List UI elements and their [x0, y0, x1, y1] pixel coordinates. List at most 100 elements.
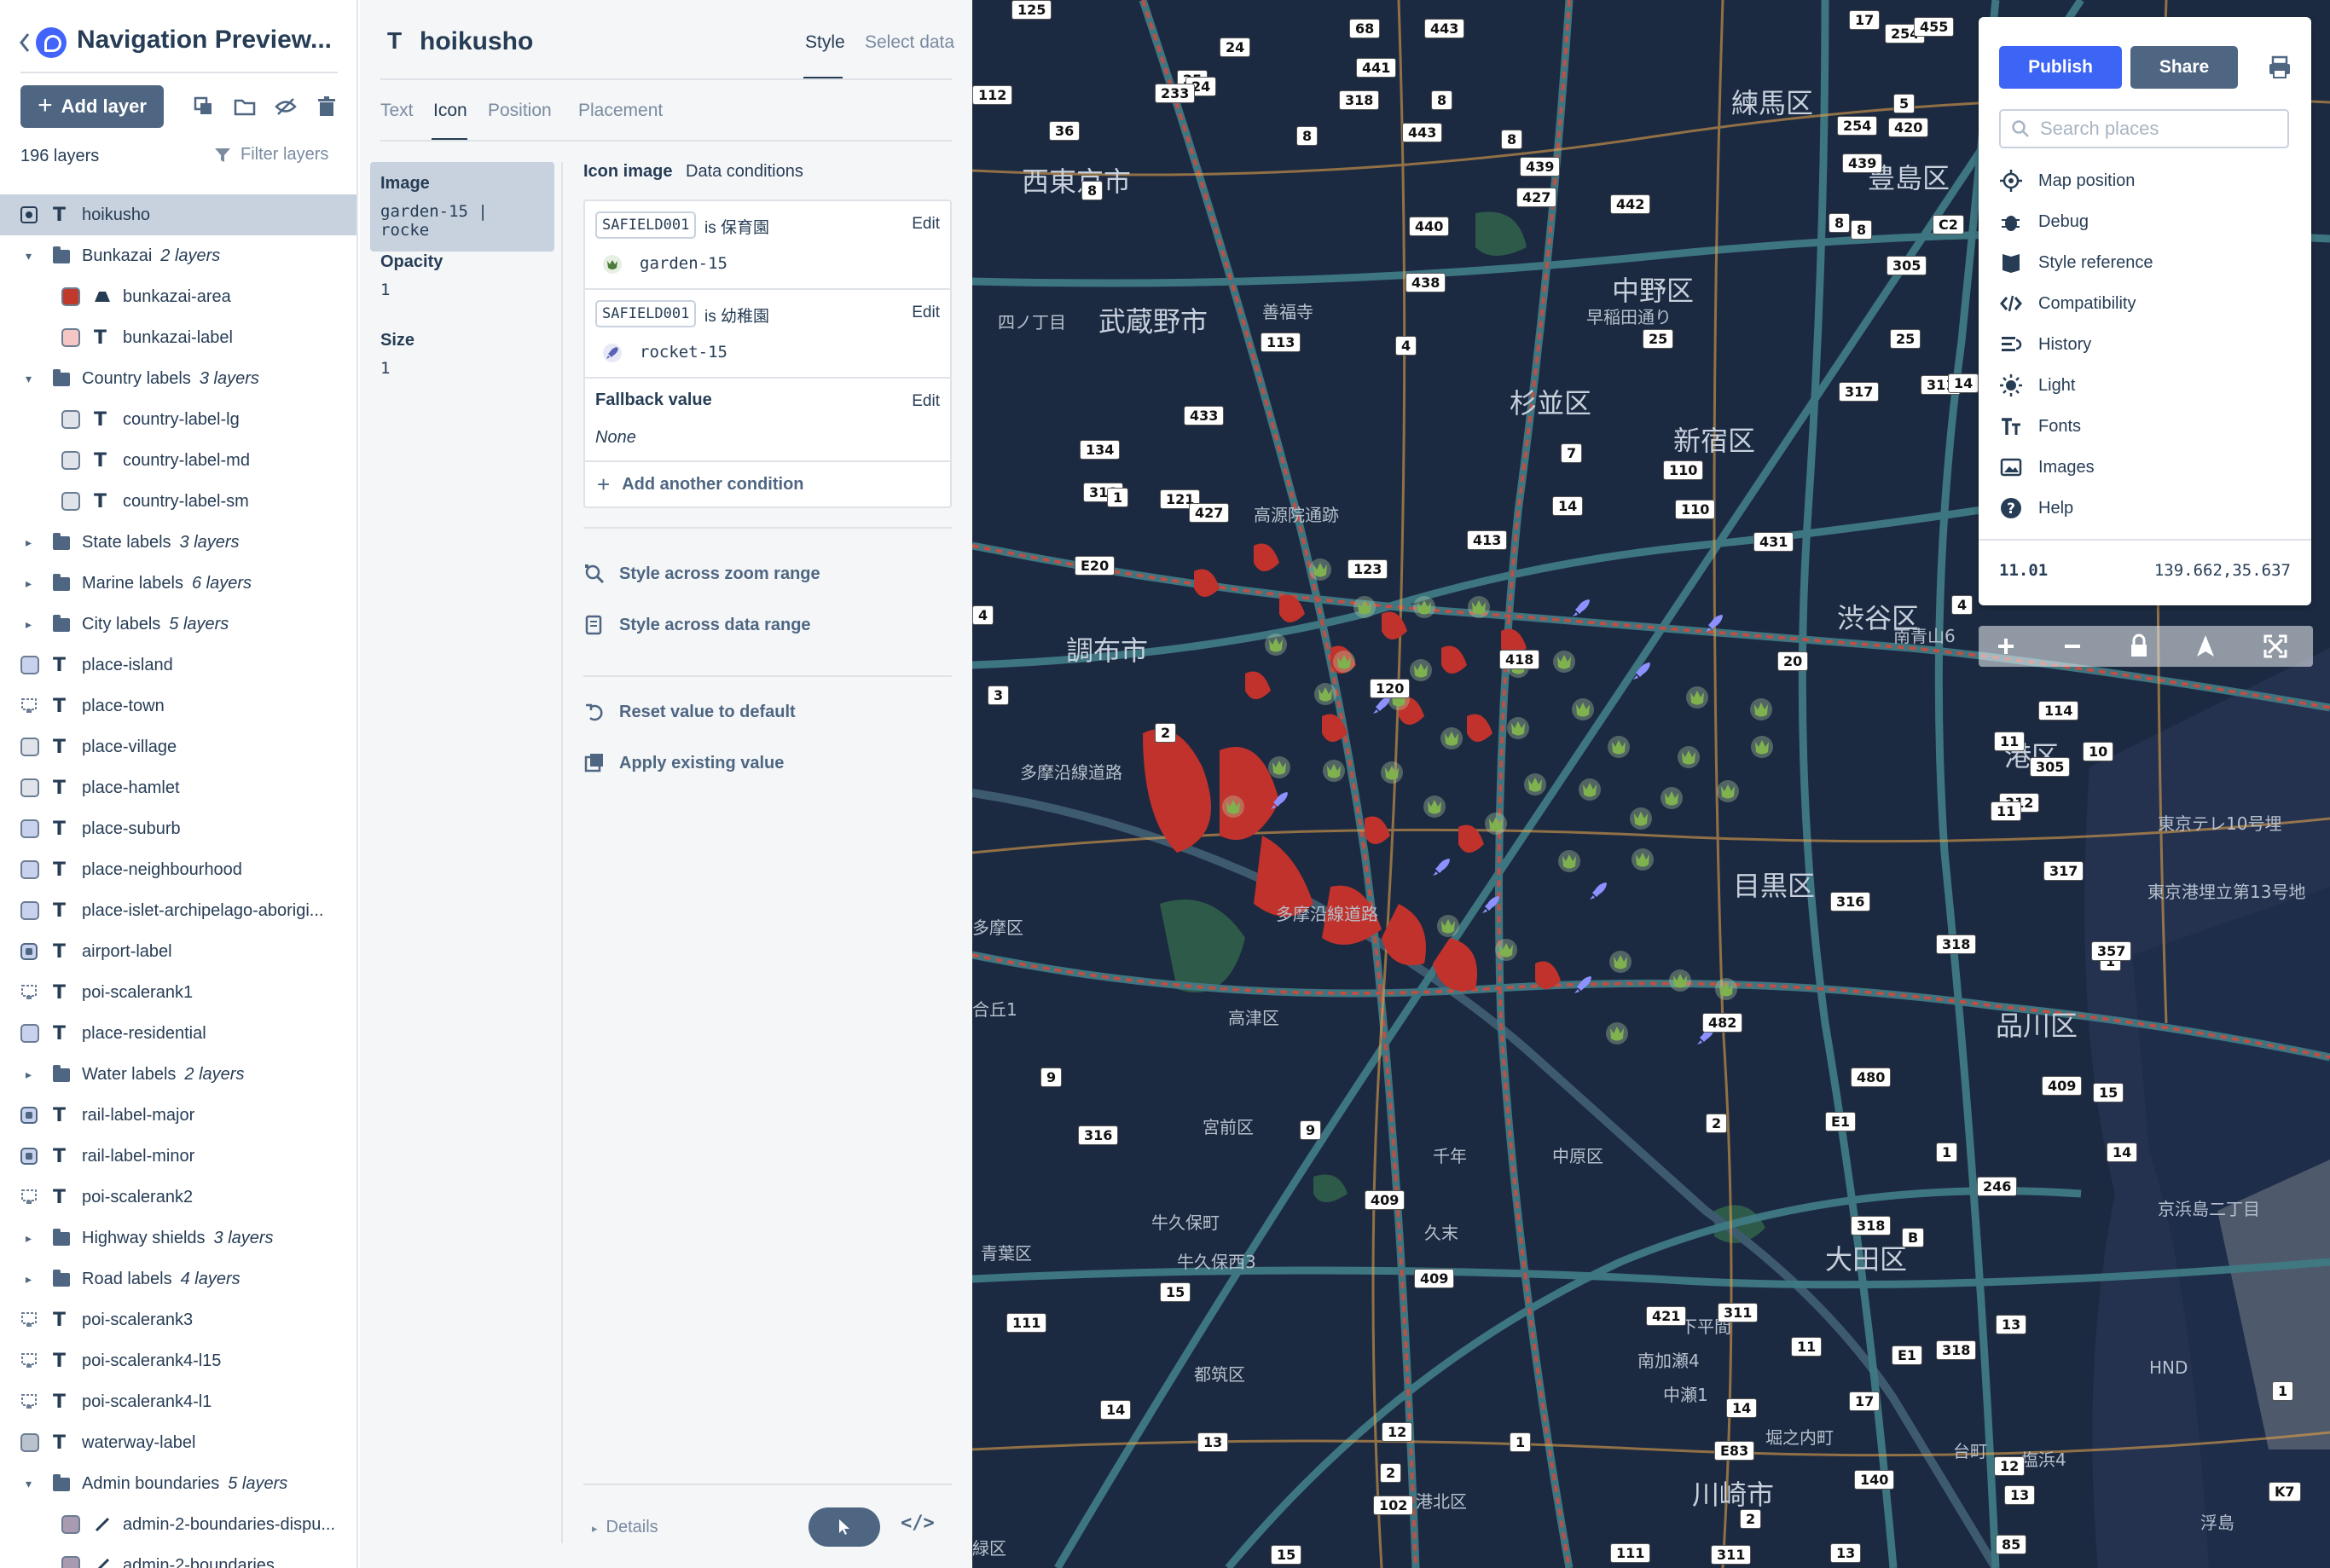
layer-row[interactable]: Tplace-residential: [0, 1013, 356, 1054]
subtab-position[interactable]: Position: [488, 101, 552, 121]
zoom-out-icon[interactable]: [2057, 631, 2088, 662]
layer-row[interactable]: admin-2-boundaries: [0, 1545, 356, 1568]
garden-marker-icon[interactable]: [1468, 596, 1490, 618]
caret-down-icon[interactable]: ▾: [26, 1477, 32, 1491]
condition-row[interactable]: SAFIELD001 is 保育園 Edit garden-15: [585, 201, 950, 290]
garden-marker-icon[interactable]: [1630, 807, 1652, 830]
garden-marker-icon[interactable]: [1268, 756, 1290, 778]
trash-icon[interactable]: [316, 95, 338, 118]
subtab-placement[interactable]: Placement: [578, 101, 663, 121]
menu-item-history[interactable]: History: [1999, 329, 2091, 360]
layer-row[interactable]: Tpoi-scalerank1: [0, 972, 356, 1013]
garden-marker-icon[interactable]: [1669, 969, 1691, 992]
layer-row[interactable]: Tpoi-scalerank4-l1: [0, 1381, 356, 1422]
garden-marker-icon[interactable]: [1485, 813, 1507, 835]
garden-marker-icon[interactable]: [1553, 651, 1575, 673]
layer-group-row[interactable]: ▸ City labels 5 layers: [0, 604, 356, 645]
condition-row[interactable]: SAFIELD001 is 幼稚園 Edit rocket-15: [585, 290, 950, 379]
garden-marker-icon[interactable]: [1333, 651, 1355, 673]
style-across-data-button[interactable]: Style across data range: [583, 614, 811, 636]
search-box[interactable]: [1999, 109, 2289, 148]
garden-marker-icon[interactable]: [1265, 634, 1287, 656]
garden-marker-icon[interactable]: [1606, 1022, 1628, 1044]
style-name[interactable]: Navigation Preview...: [77, 26, 332, 55]
caret-right-icon[interactable]: ▸: [26, 617, 32, 632]
garden-marker-icon[interactable]: [1353, 596, 1376, 618]
subtab-text[interactable]: Text: [380, 101, 414, 121]
map-canvas[interactable]: 練馬区 豊島区 西東京市 中野区 武蔵野市 杉並区 新宿区 渋谷区 調布市 目黒区 港区 品川区 大田区…: [972, 0, 2330, 1568]
garden-marker-icon[interactable]: [1524, 773, 1546, 796]
style-across-zoom-button[interactable]: Style across zoom range: [583, 563, 820, 585]
caret-down-icon[interactable]: ▾: [26, 372, 32, 386]
tab-style[interactable]: Style: [805, 32, 845, 53]
layer-row[interactable]: Thoikusho: [0, 194, 356, 235]
garden-marker-icon[interactable]: [1608, 736, 1630, 758]
garden-marker-icon[interactable]: [1381, 761, 1403, 784]
garden-marker-icon[interactable]: [1222, 796, 1244, 818]
layer-name-title[interactable]: hoikusho: [420, 27, 533, 56]
layer-row[interactable]: Tcountry-label-lg: [0, 399, 356, 440]
edit-condition-button[interactable]: Edit: [912, 304, 940, 322]
tab-select-data[interactable]: Select data: [865, 32, 954, 53]
add-condition-button[interactable]: + Add another condition: [585, 462, 950, 506]
garden-marker-icon[interactable]: [1440, 727, 1463, 749]
compass-icon[interactable]: [2190, 631, 2221, 662]
layer-row[interactable]: Tpoi-scalerank4-l15: [0, 1340, 356, 1381]
menu-item-light[interactable]: Light: [1999, 370, 2075, 401]
menu-item-map-position[interactable]: Map position: [1999, 165, 2135, 196]
edit-fallback-button[interactable]: Edit: [912, 392, 940, 411]
layer-row[interactable]: Tairport-label: [0, 931, 356, 972]
garden-marker-icon[interactable]: [1558, 850, 1580, 872]
hide-icon[interactable]: [275, 95, 297, 118]
lock-icon[interactable]: [2124, 631, 2154, 662]
garden-marker-icon[interactable]: [1678, 746, 1700, 768]
filter-layers-button[interactable]: Filter layers: [213, 145, 328, 165]
caret-right-icon[interactable]: ▸: [26, 1231, 32, 1246]
layer-group-row[interactable]: ▸ Water labels 2 layers: [0, 1054, 356, 1095]
caret-down-icon[interactable]: ▾: [26, 249, 32, 263]
layer-row[interactable]: Tplace-islet-archipelago-aborigi...: [0, 890, 356, 931]
layer-row[interactable]: Twaterway-label: [0, 1422, 356, 1463]
garden-marker-icon[interactable]: [1423, 796, 1446, 818]
garden-marker-icon[interactable]: [1609, 951, 1632, 973]
fullscreen-icon[interactable]: [2260, 631, 2291, 662]
garden-marker-icon[interactable]: [1750, 698, 1772, 720]
print-icon[interactable]: [2267, 55, 2292, 80]
share-button[interactable]: Share: [2130, 46, 2238, 89]
garden-marker-icon[interactable]: [1579, 778, 1601, 801]
folder-icon[interactable]: [234, 95, 256, 118]
layer-group-row[interactable]: ▸ State labels 3 layers: [0, 522, 356, 563]
property-image[interactable]: Image garden-15 | rocke: [370, 162, 554, 252]
caret-right-icon[interactable]: ▸: [26, 1272, 32, 1287]
garden-marker-icon[interactable]: [1507, 717, 1529, 739]
layer-group-row[interactable]: ▸ Road labels 4 layers: [0, 1258, 356, 1299]
subtab-icon[interactable]: Icon: [433, 101, 467, 121]
layer-group-row[interactable]: ▾ Bunkazai 2 layers: [0, 235, 356, 276]
layer-row[interactable]: bunkazai-area: [0, 276, 356, 317]
add-layer-button[interactable]: + Add layer: [20, 85, 164, 128]
layer-row[interactable]: Tbunkazai-label: [0, 317, 356, 358]
layer-row[interactable]: Tpoi-scalerank2: [0, 1177, 356, 1218]
garden-marker-icon[interactable]: [1751, 736, 1773, 758]
layer-row[interactable]: Tplace-village: [0, 726, 356, 767]
layer-row[interactable]: Tpoi-scalerank3: [0, 1299, 356, 1340]
garden-marker-icon[interactable]: [1717, 780, 1739, 802]
layer-row[interactable]: admin-2-boundaries-dispu...: [0, 1504, 356, 1545]
garden-marker-icon[interactable]: [1686, 686, 1708, 709]
garden-marker-icon[interactable]: [1314, 683, 1336, 705]
layer-row[interactable]: Trail-label-minor: [0, 1136, 356, 1177]
caret-right-icon[interactable]: ▸: [26, 535, 32, 550]
menu-item-style-reference[interactable]: Style reference: [1999, 247, 2153, 278]
code-view-button[interactable]: </>: [901, 1513, 935, 1534]
zoom-in-icon[interactable]: [1991, 631, 2021, 662]
garden-marker-icon[interactable]: [1413, 596, 1435, 618]
duplicate-icon[interactable]: [193, 95, 215, 118]
garden-marker-icon[interactable]: [1410, 659, 1432, 681]
layer-row[interactable]: Tplace-hamlet: [0, 767, 356, 808]
layer-group-row[interactable]: ▾ Admin boundaries 5 layers: [0, 1463, 356, 1504]
menu-item-help[interactable]: ? Help: [1999, 493, 2073, 524]
fallback-row[interactable]: Fallback value Edit None: [585, 379, 950, 462]
menu-item-debug[interactable]: Debug: [1999, 206, 2089, 237]
garden-marker-icon[interactable]: [1309, 558, 1331, 581]
layer-row[interactable]: Tplace-neighbourhood: [0, 849, 356, 890]
